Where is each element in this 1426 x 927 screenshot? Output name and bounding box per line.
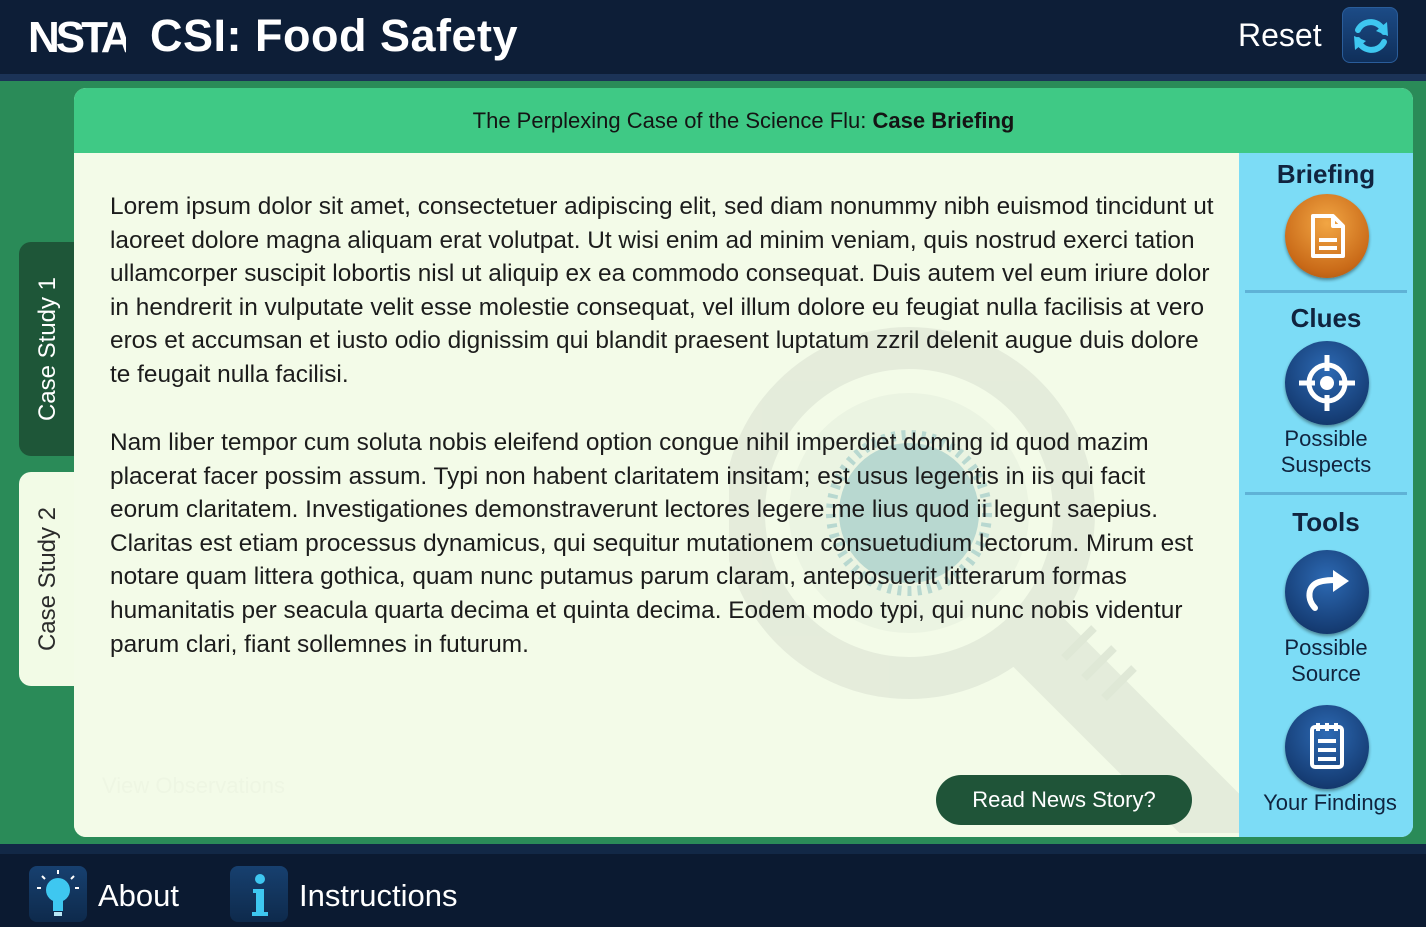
document-icon (1311, 214, 1345, 258)
panel-title-bold: Case Briefing (872, 108, 1015, 133)
share-arrow-icon (1306, 570, 1349, 611)
clipboard-icon (1310, 723, 1344, 769)
sidebar-divider (1245, 290, 1407, 293)
app-title: CSI: Food Safety (150, 10, 519, 61)
refresh-icon (1354, 19, 1388, 53)
info-icon (252, 874, 268, 916)
possible-suspects-button[interactable] (1285, 341, 1369, 425)
about-button[interactable] (29, 866, 87, 922)
briefing-button[interactable] (1285, 194, 1369, 278)
tab-case-study-2[interactable]: Case Study 2 (19, 472, 77, 686)
reset-label[interactable]: Reset (1238, 17, 1322, 54)
svg-text:NSTA: NSTA (28, 13, 126, 60)
possible-suspects-line-1: Possible (1284, 426, 1368, 451)
sidebar-divider (1245, 492, 1407, 495)
top-bar-divider (0, 74, 1426, 81)
instructions-button[interactable] (230, 866, 288, 922)
possible-suspects-line-2: Suspects (1280, 452, 1372, 477)
briefing-paragraph-1: Lorem ipsum dolor sit amet, consectetuer… (110, 193, 1214, 388)
case-panel: The Perplexing Case of the Science Flu: … (74, 88, 1413, 837)
nsta-logo: NSTA (28, 13, 126, 60)
lightbulb-icon (37, 870, 79, 916)
tab-label: Case Study 1 (34, 276, 61, 422)
possible-source-label[interactable]: Possible Source (1239, 635, 1413, 687)
possible-source-line-2: Source (1291, 661, 1361, 686)
your-findings-label[interactable]: Your Findings (1239, 790, 1413, 816)
top-bar: NSTA CSI: Food Safety Reset (0, 0, 1426, 74)
bottom-bar: About Instructions (0, 854, 1426, 927)
possible-source-line-1: Possible (1284, 635, 1368, 660)
tab-label: Case Study 2 (34, 506, 61, 652)
tools-title: Tools (1292, 507, 1360, 537)
panel-title-prefix: The Perplexing Case of the Science Flu: (472, 108, 873, 133)
tab-case-study-1[interactable]: Case Study 1 (19, 242, 77, 456)
view-observations-link[interactable]: View Observations (102, 773, 285, 799)
about-label[interactable]: About (98, 878, 179, 914)
possible-source-button[interactable] (1285, 550, 1369, 634)
clues-title: Clues (1290, 303, 1362, 333)
reset-button[interactable] (1342, 7, 1398, 63)
briefing-content: Lorem ipsum dolor sit amet, consectetuer… (74, 153, 1239, 837)
right-sidebar: Briefing Clues Possible Suspects Tools P… (1239, 153, 1413, 837)
read-news-story-button[interactable]: Read News Story? (936, 775, 1192, 825)
briefing-title: Briefing (1276, 159, 1376, 189)
instructions-label[interactable]: Instructions (299, 878, 458, 914)
possible-suspects-label[interactable]: Possible Suspects (1239, 426, 1413, 478)
your-findings-button[interactable] (1285, 705, 1369, 789)
crosshair-icon (1299, 355, 1355, 411)
panel-title: The Perplexing Case of the Science Flu: … (74, 88, 1413, 153)
briefing-paragraph-2: Nam liber tempor cum soluta nobis eleife… (110, 429, 1194, 658)
bottom-divider (0, 844, 1426, 854)
